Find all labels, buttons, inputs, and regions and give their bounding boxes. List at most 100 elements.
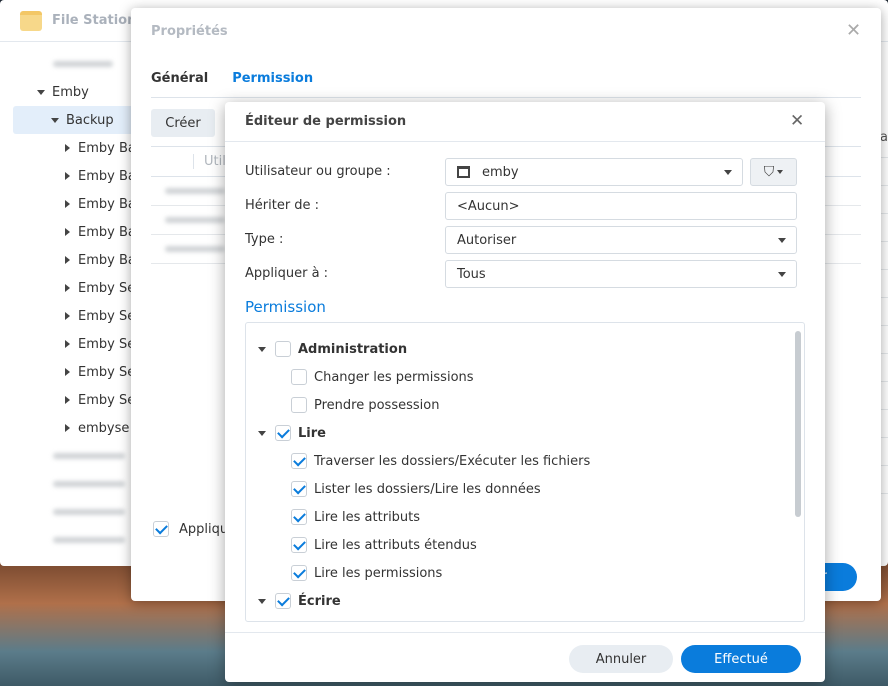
scrollbar[interactable] xyxy=(795,331,801,517)
expand-icon[interactable] xyxy=(65,396,70,404)
permission-section-title: Permission xyxy=(245,298,326,316)
permission-label: Lire les attributs xyxy=(314,509,421,525)
row-cell xyxy=(880,270,888,298)
tab-bar: Général Permission xyxy=(151,68,861,98)
permission-checkbox[interactable] xyxy=(291,397,307,413)
chevron-down-icon xyxy=(778,272,786,277)
create-button[interactable]: Créer xyxy=(151,109,215,137)
tree-label: Emby Ba xyxy=(78,252,136,268)
done-button[interactable]: Effectué xyxy=(681,645,801,673)
expand-icon[interactable] xyxy=(65,200,70,208)
row-cell xyxy=(880,354,888,382)
permission-checkbox[interactable] xyxy=(291,565,307,581)
permission-item[interactable]: Changer les permissions xyxy=(291,367,474,387)
permission-checkbox[interactable] xyxy=(275,593,291,609)
apply-to-subfolders[interactable]: Appliqu xyxy=(153,521,228,537)
permission-item[interactable]: Traverser les dossiers/Exécuter les fich… xyxy=(291,451,590,471)
chevron-down-icon xyxy=(724,170,732,175)
expand-icon[interactable] xyxy=(65,368,70,376)
close-icon[interactable]: ✕ xyxy=(790,111,804,131)
permission-checkbox[interactable] xyxy=(291,369,307,385)
filter-icon: ⛉ xyxy=(763,164,775,180)
permission-label: Lire les permissions xyxy=(314,565,443,581)
type-value: Autoriser xyxy=(457,232,517,248)
row-cell xyxy=(880,326,888,354)
inherit-field: <Aucun> xyxy=(445,192,797,220)
user-value: emby xyxy=(482,164,519,180)
permission-checkbox[interactable] xyxy=(291,509,307,525)
tree-label: Emby Se xyxy=(78,336,136,352)
permission-group-label: Lire xyxy=(298,425,326,441)
inherit-value: <Aucun> xyxy=(457,198,520,214)
apply-label: Appliqu xyxy=(179,521,229,537)
user-icon xyxy=(457,166,470,178)
expand-icon[interactable] xyxy=(51,117,59,123)
tree-label: Backup xyxy=(66,112,114,128)
chevron-down-icon xyxy=(777,170,784,174)
row-cell xyxy=(880,158,888,186)
permission-checkbox[interactable] xyxy=(291,481,307,497)
permission-checkbox[interactable] xyxy=(275,425,291,441)
editor-header: Éditeur de permission ✕ xyxy=(225,102,825,142)
collapse-icon[interactable] xyxy=(258,598,266,604)
row-cell xyxy=(880,438,888,466)
right-column: at xyxy=(880,130,888,494)
permission-label: Lire les attributs étendus xyxy=(314,537,477,553)
permission-item[interactable]: Lire les permissions xyxy=(291,563,442,583)
permission-label: Traverser les dossiers/Exécuter les fich… xyxy=(314,453,591,469)
tab-general[interactable]: Général xyxy=(151,68,208,97)
permission-editor-dialog: Éditeur de permission ✕ Utilisateur ou g… xyxy=(225,102,825,682)
type-label: Type : xyxy=(245,232,284,247)
apply-to-select[interactable]: Tous xyxy=(445,260,797,288)
permission-group[interactable]: Lire xyxy=(258,423,326,443)
permission-item[interactable]: Prendre possession xyxy=(291,395,439,415)
expand-icon[interactable] xyxy=(65,284,70,292)
row-cell xyxy=(880,466,888,494)
permission-checkbox[interactable] xyxy=(291,537,307,553)
permission-group[interactable]: Écrire xyxy=(258,591,341,611)
permission-group-label: Écrire xyxy=(298,593,341,609)
row-cell xyxy=(880,382,888,410)
user-label: Utilisateur ou groupe : xyxy=(245,164,391,179)
permission-item[interactable]: Lire les attributs xyxy=(291,507,420,527)
permission-item[interactable]: Lister les dossiers/Lire les données xyxy=(291,479,541,499)
tab-permission[interactable]: Permission xyxy=(232,68,313,97)
user-select[interactable]: emby xyxy=(445,158,743,186)
cancel-button[interactable]: Annuler xyxy=(569,645,673,673)
dialog-title: Propriétés xyxy=(151,24,228,39)
tree-label: Emby Se xyxy=(78,364,136,380)
permission-item[interactable]: Lire les attributs étendus xyxy=(291,535,477,555)
column-header: at xyxy=(880,130,888,158)
permission-checkbox[interactable] xyxy=(275,341,291,357)
collapse-icon[interactable] xyxy=(258,346,266,352)
row-cell xyxy=(880,214,888,242)
close-icon[interactable]: ✕ xyxy=(846,20,861,41)
app-title: File Station xyxy=(52,13,137,28)
row-cell xyxy=(880,186,888,214)
tree-label: Emby Se xyxy=(78,280,136,296)
expand-icon[interactable] xyxy=(65,144,70,152)
expand-icon[interactable] xyxy=(65,172,70,180)
filter-button[interactable]: ⛉ xyxy=(750,158,797,186)
apply-to-label: Appliquer à : xyxy=(245,266,329,281)
tree-label: embyse xyxy=(78,420,130,436)
permission-label: Prendre possession xyxy=(314,397,440,413)
permission-group[interactable]: Administration xyxy=(258,339,407,359)
expand-icon[interactable] xyxy=(65,228,70,236)
expand-icon[interactable] xyxy=(65,256,70,264)
apply-to-value: Tous xyxy=(457,266,486,282)
type-select[interactable]: Autoriser xyxy=(445,226,797,254)
expand-icon[interactable] xyxy=(65,312,70,320)
collapse-icon[interactable] xyxy=(258,430,266,436)
expand-icon[interactable] xyxy=(65,424,70,432)
tree-label: Emby Ba xyxy=(78,224,136,240)
expand-icon[interactable] xyxy=(65,340,70,348)
tree-label: Emby Se xyxy=(78,308,136,324)
chevron-down-icon xyxy=(778,238,786,243)
apply-checkbox[interactable] xyxy=(153,521,169,537)
tree-label: Emby Se xyxy=(78,392,136,408)
row-cell xyxy=(880,298,888,326)
dialog-title: Éditeur de permission xyxy=(245,114,407,129)
permission-checkbox[interactable] xyxy=(291,453,307,469)
expand-icon[interactable] xyxy=(37,89,45,95)
